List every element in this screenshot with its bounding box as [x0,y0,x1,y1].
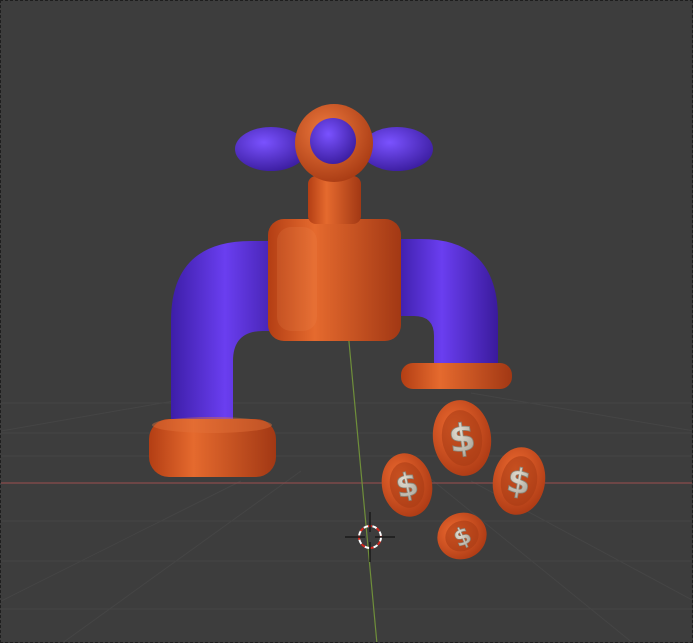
faucet-stem [308,176,361,224]
3d-cursor-icon[interactable] [345,512,395,562]
coins[interactable]: $ $ $ $ [376,396,551,567]
spout-ring [401,363,512,389]
coin[interactable]: $ [376,449,438,522]
coin[interactable]: $ [430,505,495,568]
coin[interactable]: $ [428,396,496,479]
viewport-canvas: $ $ $ $ [1,104,692,642]
coin[interactable]: $ [487,443,550,519]
3d-viewport[interactable]: $ $ $ $ [0,0,693,643]
floor-grid [1,390,692,642]
y-axis-line [347,330,378,642]
handle-cap [310,118,356,164]
right-pipe [396,239,498,373]
